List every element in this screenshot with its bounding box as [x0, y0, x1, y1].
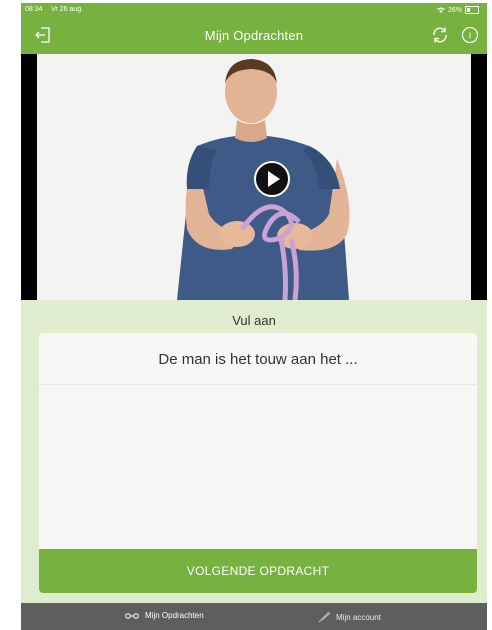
- tab-bar: Mijn Opdrachten Mijn account: [21, 603, 487, 630]
- status-indicators: 26%: [436, 6, 479, 14]
- tab-mijn-opdrachten[interactable]: Mijn Opdrachten: [125, 611, 204, 620]
- page-title: Mijn Opdrachten: [204, 28, 304, 43]
- status-time: 08:34: [25, 6, 43, 13]
- tab-mijn-account[interactable]: Mijn account: [318, 611, 381, 623]
- info-button[interactable]: i: [460, 25, 480, 45]
- play-icon: [254, 161, 290, 197]
- status-date: Vr 26 aug.: [51, 6, 84, 13]
- refresh-button[interactable]: [430, 25, 450, 45]
- battery-icon: [465, 6, 479, 14]
- app-screen: 08:34 Vr 26 aug. 26% Mijn Opdrachten i V…: [21, 3, 487, 630]
- glasses-icon: [125, 612, 139, 619]
- status-bar: 08:34 Vr 26 aug. 26%: [21, 3, 487, 17]
- exercise-prompt: Vul aan: [232, 313, 276, 328]
- tab-label: Mijn Opdrachten: [145, 611, 204, 620]
- question-text: De man is het touw aan het ...: [158, 351, 358, 368]
- tab-label: Mijn account: [336, 612, 381, 622]
- video-frame: [37, 54, 471, 300]
- svg-text:i: i: [469, 31, 471, 41]
- next-exercise-button[interactable]: VOLGENDE OPDRACHT: [39, 549, 477, 593]
- battery-percentage: 26%: [447, 6, 462, 14]
- info-icon: i: [461, 26, 479, 44]
- refresh-icon: [433, 27, 447, 43]
- top-bar: 08:34 Vr 26 aug. 26% Mijn Opdrachten i: [21, 3, 487, 54]
- video-player[interactable]: [21, 54, 487, 300]
- wifi-icon: [436, 7, 445, 13]
- feather-icon: [318, 612, 330, 623]
- answer-area[interactable]: [39, 385, 477, 548]
- play-button[interactable]: [253, 160, 291, 198]
